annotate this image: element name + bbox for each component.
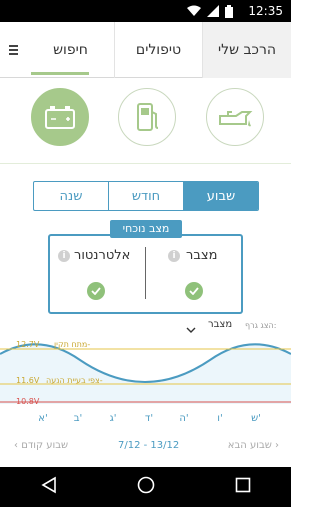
threshold-normal-label: מתח תקין- [54,340,91,349]
previous-week-label: שבוע קודם [21,440,69,451]
status-bar: 12:35 [0,0,291,22]
day-label: א' [38,413,48,424]
system-nav-bar [0,467,291,507]
next-week-label: שבוע הבא [227,440,272,451]
period-month[interactable]: חודש [108,182,183,210]
alternator-info-icon[interactable]: i [58,250,70,262]
menu-icon[interactable] [0,22,27,78]
alternator-status-label: אלטרנטור [74,248,131,263]
period-selector: שבוע חודש שנה [33,181,259,211]
back-icon[interactable] [40,476,58,498]
tab-treatments[interactable]: טיפולים [115,22,203,78]
battery-ok-icon [185,282,203,300]
day-label: ב' [73,413,83,424]
clock: 12:35 [248,4,283,18]
fuel-pump-icon[interactable] [118,88,176,146]
status-panel-title: מצב נוכחי [110,220,182,238]
threshold-start-label: צפי בעיית הנעה- [46,376,103,385]
voltage-area [0,344,291,404]
tab-my-car[interactable]: הרכב שלי [203,22,291,78]
wifi-icon [187,5,201,17]
day-label: ד' [144,413,154,424]
active-category-indicator [31,72,89,75]
graph-type-select[interactable]: מצבר [208,319,232,330]
divider [0,163,291,164]
day-label: ה' [179,413,189,424]
next-week-button[interactable]: שבוע הבא › [228,440,279,451]
top-nav: הרכב שלי טיפולים חיפוש [0,22,291,78]
status-icons [187,4,233,18]
battery-voltage-graph [0,343,291,404]
battery-status-label: מצבר [186,248,218,263]
battery-status-icon [225,4,233,18]
day-label: ג' [109,413,117,424]
cell-signal-icon [207,5,219,17]
graph-show-label: הצג גרף: [245,321,277,330]
tab-search[interactable]: חיפוש [27,22,115,78]
week-navigation: ‹ שבוע קודם 7/12 - 13/12 שבוע הבא › [0,436,291,456]
threshold-critical-value: 10.8V [16,397,40,406]
home-icon[interactable] [137,476,155,498]
battery-info-icon[interactable]: i [168,250,180,262]
threshold-start-value: 11.6V [16,376,40,385]
day-axis: ש' ו' ה' ד' ג' ב' א' [0,413,291,427]
alternator-ok-icon [87,282,105,300]
day-label: ו' [217,413,223,424]
battery-icon[interactable] [31,88,89,146]
recents-icon[interactable] [235,477,251,497]
threshold-normal-value: 12.7V [16,340,40,349]
oil-service-icon[interactable] [206,88,264,146]
day-label: ש' [251,413,261,424]
week-range: 7/12 - 13/12 [118,440,180,451]
period-year[interactable]: שנה [34,182,108,210]
previous-week-button[interactable]: ‹ שבוע קודם [14,440,68,451]
chevron-down-icon[interactable] [186,319,196,338]
status-divider [145,247,146,299]
period-week[interactable]: שבוע [183,182,258,210]
